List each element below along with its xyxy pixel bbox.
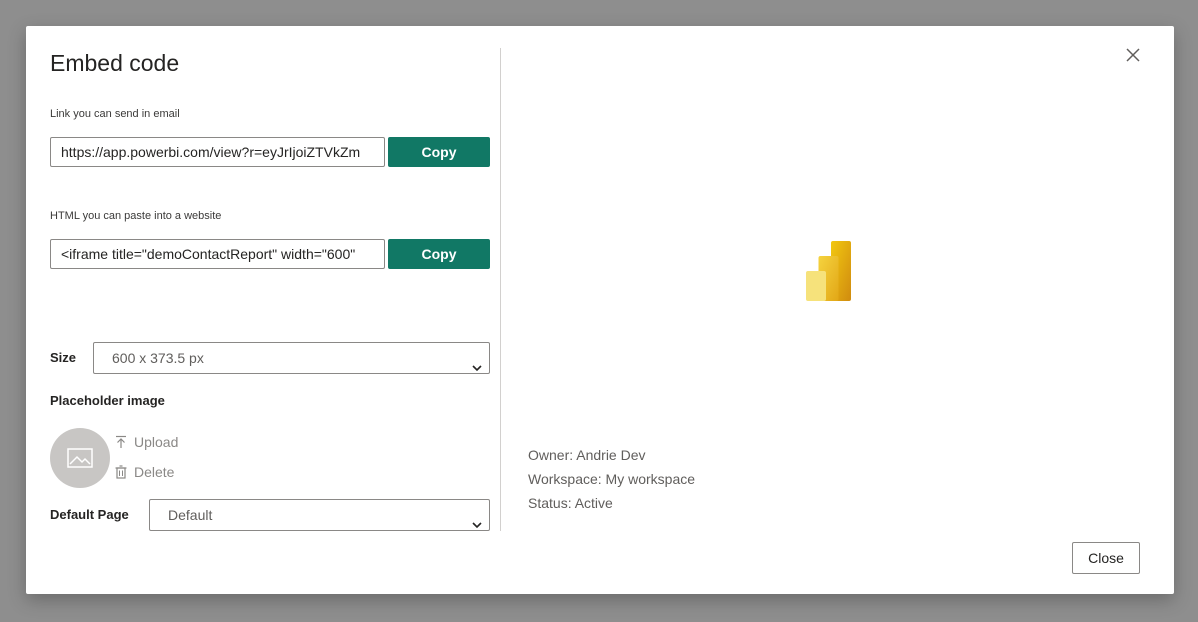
placeholder-image-label: Placeholder image <box>50 393 165 408</box>
placeholder-image-avatar <box>50 428 110 488</box>
default-page-select-value: Default <box>168 507 213 523</box>
copy-html-button[interactable]: Copy <box>388 239 490 269</box>
close-icon[interactable] <box>1123 45 1143 65</box>
email-link-field[interactable]: https://app.powerbi.com/view?r=eyJrIjoiZ… <box>50 137 385 167</box>
default-page-select[interactable]: Default <box>149 499 490 531</box>
delete-label: Delete <box>134 464 175 480</box>
embed-code-dialog: Embed code Link you can send in email ht… <box>26 26 1174 594</box>
html-embed-label: HTML you can paste into a website <box>50 210 222 222</box>
html-embed-field[interactable]: <iframe title="demoContactReport" width=… <box>50 239 385 269</box>
upload-icon <box>116 435 126 448</box>
delete-button[interactable]: Delete <box>114 463 174 481</box>
default-page-label: Default Page <box>50 507 129 522</box>
copy-link-button[interactable]: Copy <box>388 137 490 167</box>
status-info: Status: Active <box>528 495 613 511</box>
size-select[interactable]: 600 x 373.5 px <box>93 342 490 374</box>
close-button[interactable]: Close <box>1072 542 1140 574</box>
email-link-label: Link you can send in email <box>50 108 180 120</box>
powerbi-logo-icon <box>806 241 851 301</box>
size-select-value: 600 x 373.5 px <box>112 350 204 366</box>
upload-button[interactable]: Upload <box>114 433 178 451</box>
workspace-info: Workspace: My workspace <box>528 471 696 487</box>
dialog-title: Embed code <box>50 50 180 76</box>
vertical-divider <box>500 48 501 531</box>
image-icon <box>67 448 93 468</box>
owner-info: Owner: Andrie Dev <box>528 447 646 463</box>
upload-label: Upload <box>134 434 179 450</box>
trash-icon <box>115 465 127 479</box>
size-label: Size <box>50 350 77 365</box>
chevron-down-icon <box>471 510 483 529</box>
chevron-down-icon <box>471 353 483 372</box>
